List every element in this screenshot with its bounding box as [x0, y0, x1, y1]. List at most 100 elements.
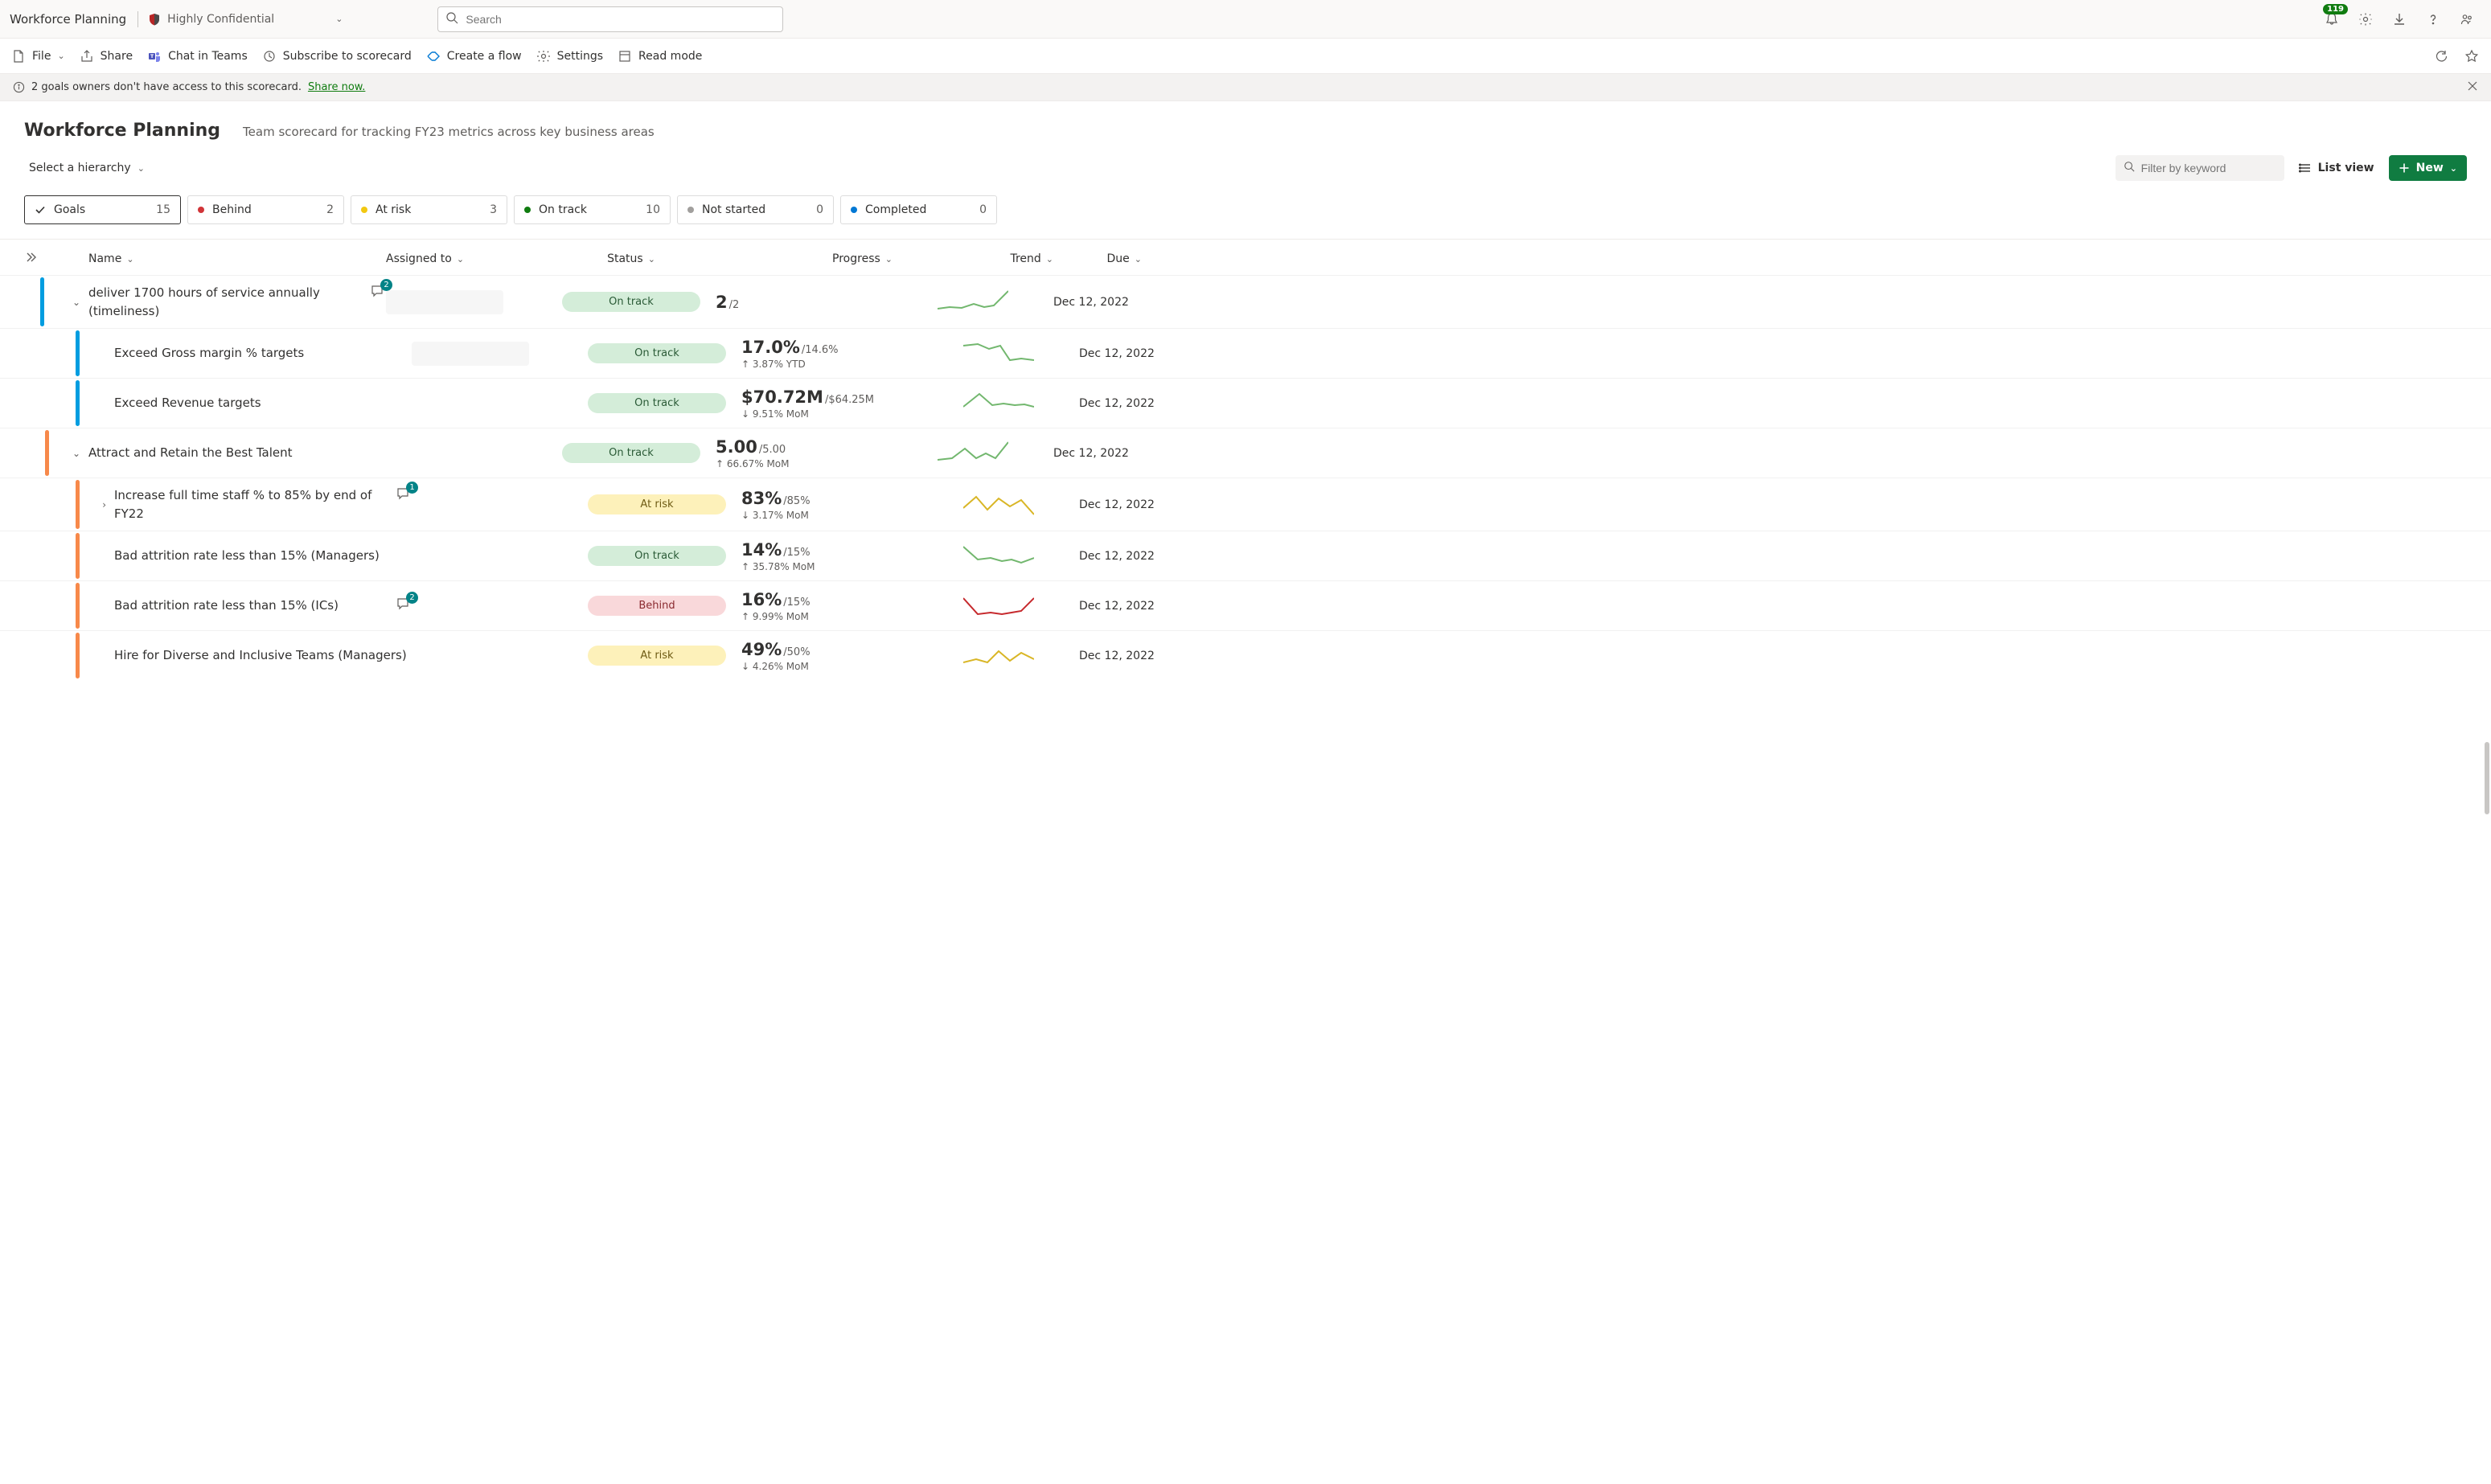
people-icon — [2460, 12, 2474, 27]
help-button[interactable] — [2425, 11, 2441, 27]
chevron-down-icon: ⌄ — [2450, 163, 2457, 174]
chevron-down-icon[interactable]: ⌄ — [72, 448, 80, 459]
comment-icon[interactable]: 2 — [396, 596, 412, 613]
subscribe-icon — [262, 49, 277, 64]
flow-label: Create a flow — [447, 50, 522, 63]
scrollbar-thumb[interactable] — [2485, 742, 2489, 814]
status-pill[interactable]: At risk — [588, 646, 726, 666]
column-assigned-label: Assigned to — [386, 252, 452, 265]
goal-row[interactable]: ⌄Attract and Retain the Best TalentOn tr… — [0, 428, 2491, 478]
progress-cell: 83%/85%↓ 3.17% MoM — [741, 489, 918, 521]
column-name-label: Name — [88, 252, 121, 265]
sensitivity-button[interactable]: Highly Confidential ⌄ — [142, 13, 349, 26]
profile-button[interactable] — [2459, 11, 2475, 27]
status-pill[interactable]: On track — [588, 343, 726, 363]
chevron-down-icon[interactable]: ⌄ — [72, 297, 80, 308]
goal-row[interactable]: Hire for Diverse and Inclusive Teams (Ma… — [0, 630, 2491, 680]
banner-text: 2 goals owners don't have access to this… — [31, 81, 302, 93]
app-header: Workforce Planning Highly Confidential ⌄… — [0, 0, 2491, 39]
comment-icon[interactable]: 1 — [396, 486, 412, 502]
read-mode-button[interactable]: Read mode — [618, 49, 702, 64]
progress-delta: ↓ 3.17% MoM — [741, 510, 809, 521]
column-status[interactable]: Status ⌄ — [547, 252, 716, 265]
comment-icon[interactable]: 2 — [370, 284, 386, 300]
goal-name-cell: Exceed Revenue targets — [114, 394, 412, 412]
download-button[interactable] — [2391, 11, 2407, 27]
chevron-right-icon[interactable]: › — [102, 499, 106, 510]
status-pill[interactable]: At risk — [588, 494, 726, 514]
trend-cell — [893, 289, 1053, 315]
status-pill[interactable]: On track — [588, 546, 726, 566]
trend-sparkline-icon — [938, 441, 1008, 466]
column-progress[interactable]: Progress ⌄ — [716, 252, 893, 265]
goal-row[interactable]: ›Increase full time staff % to 85% by en… — [0, 478, 2491, 531]
goal-row[interactable]: Bad attrition rate less than 15% (ICs)2B… — [0, 580, 2491, 630]
trend-sparkline-icon — [963, 341, 1034, 367]
progress-delta: ↑ 35.78% MoM — [741, 561, 815, 572]
status-card-not-started[interactable]: Not started0 — [677, 195, 834, 224]
create-flow-button[interactable]: Create a flow — [426, 49, 522, 64]
progress-target: /2 — [729, 299, 740, 311]
chat-teams-button[interactable]: T Chat in Teams — [147, 49, 248, 64]
column-due[interactable]: Due ⌄ — [1053, 252, 1142, 265]
chevron-down-icon: ⌄ — [1135, 254, 1142, 264]
file-menu[interactable]: File ⌄ — [11, 49, 65, 64]
share-now-link[interactable]: Share now. — [308, 81, 365, 93]
status-pill[interactable]: On track — [562, 292, 700, 312]
goal-color-bar — [76, 633, 80, 678]
notifications-button[interactable]: 119 — [2324, 11, 2340, 27]
progress-target: /$64.25M — [825, 394, 874, 406]
search-input[interactable] — [437, 6, 783, 32]
status-card-completed[interactable]: Completed0 — [840, 195, 997, 224]
share-button[interactable]: Share — [80, 49, 133, 64]
progress-value: 14% — [741, 540, 782, 560]
goal-color-bar — [40, 277, 44, 326]
subscribe-button[interactable]: Subscribe to scorecard — [262, 49, 412, 64]
new-button[interactable]: New ⌄ — [2389, 155, 2467, 181]
list-view-button[interactable]: List view — [2299, 162, 2374, 174]
chevron-down-icon: ⌄ — [126, 254, 133, 264]
filter-input[interactable] — [2116, 155, 2284, 181]
progress-cell: 16%/15%↑ 9.99% MoM — [741, 590, 918, 622]
settings-button[interactable] — [2358, 11, 2374, 27]
progress-delta: ↑ 9.99% MoM — [741, 611, 809, 622]
plus-icon — [2399, 162, 2410, 174]
column-name[interactable]: Name ⌄ — [88, 252, 386, 265]
status-pill[interactable]: Behind — [588, 596, 726, 616]
expand-all-button[interactable] — [24, 251, 88, 267]
goal-color-bar — [76, 380, 80, 426]
settings-label: Settings — [557, 50, 603, 63]
goal-row[interactable]: Exceed Revenue targetsOn track$70.72M/$6… — [0, 378, 2491, 428]
status-card-count: 3 — [490, 203, 497, 216]
status-card-at-risk[interactable]: At risk3 — [351, 195, 507, 224]
column-trend[interactable]: Trend ⌄ — [893, 252, 1053, 265]
goal-name: Exceed Revenue targets — [114, 394, 412, 412]
status-pill[interactable]: On track — [588, 393, 726, 413]
goal-row[interactable]: Exceed Gross margin % targetsOn track17.… — [0, 328, 2491, 378]
hierarchy-label: Select a hierarchy — [29, 162, 131, 174]
goal-row[interactable]: Bad attrition rate less than 15% (Manage… — [0, 531, 2491, 580]
status-pill[interactable]: On track — [562, 443, 700, 463]
filter-box[interactable] — [2116, 155, 2284, 181]
close-icon — [2467, 80, 2478, 92]
refresh-button[interactable] — [2433, 48, 2449, 64]
column-due-label: Due — [1107, 252, 1130, 265]
hierarchy-selector[interactable]: Select a hierarchy ⌄ — [24, 158, 150, 178]
column-assigned[interactable]: Assigned to ⌄ — [386, 252, 547, 265]
close-banner-button[interactable] — [2467, 80, 2478, 95]
new-label: New — [2416, 162, 2444, 174]
status-card-behind[interactable]: Behind2 — [187, 195, 344, 224]
goal-color-bar — [76, 330, 80, 376]
status-card-goals[interactable]: Goals15 — [24, 195, 181, 224]
progress-cell: 49%/50%↓ 4.26% MoM — [741, 640, 918, 672]
favorite-button[interactable] — [2464, 48, 2480, 64]
toolbar: File ⌄ Share T Chat in Teams Subscribe t… — [0, 39, 2491, 74]
search-box[interactable] — [437, 6, 783, 32]
settings-button[interactable]: Settings — [536, 49, 603, 64]
divider — [137, 11, 138, 27]
chevron-double-right-icon — [24, 251, 37, 264]
check-icon — [35, 204, 46, 215]
goal-row[interactable]: ⌄deliver 1700 hours of service annually … — [0, 275, 2491, 328]
progress-value: 83% — [741, 489, 782, 508]
status-card-on-track[interactable]: On track10 — [514, 195, 671, 224]
